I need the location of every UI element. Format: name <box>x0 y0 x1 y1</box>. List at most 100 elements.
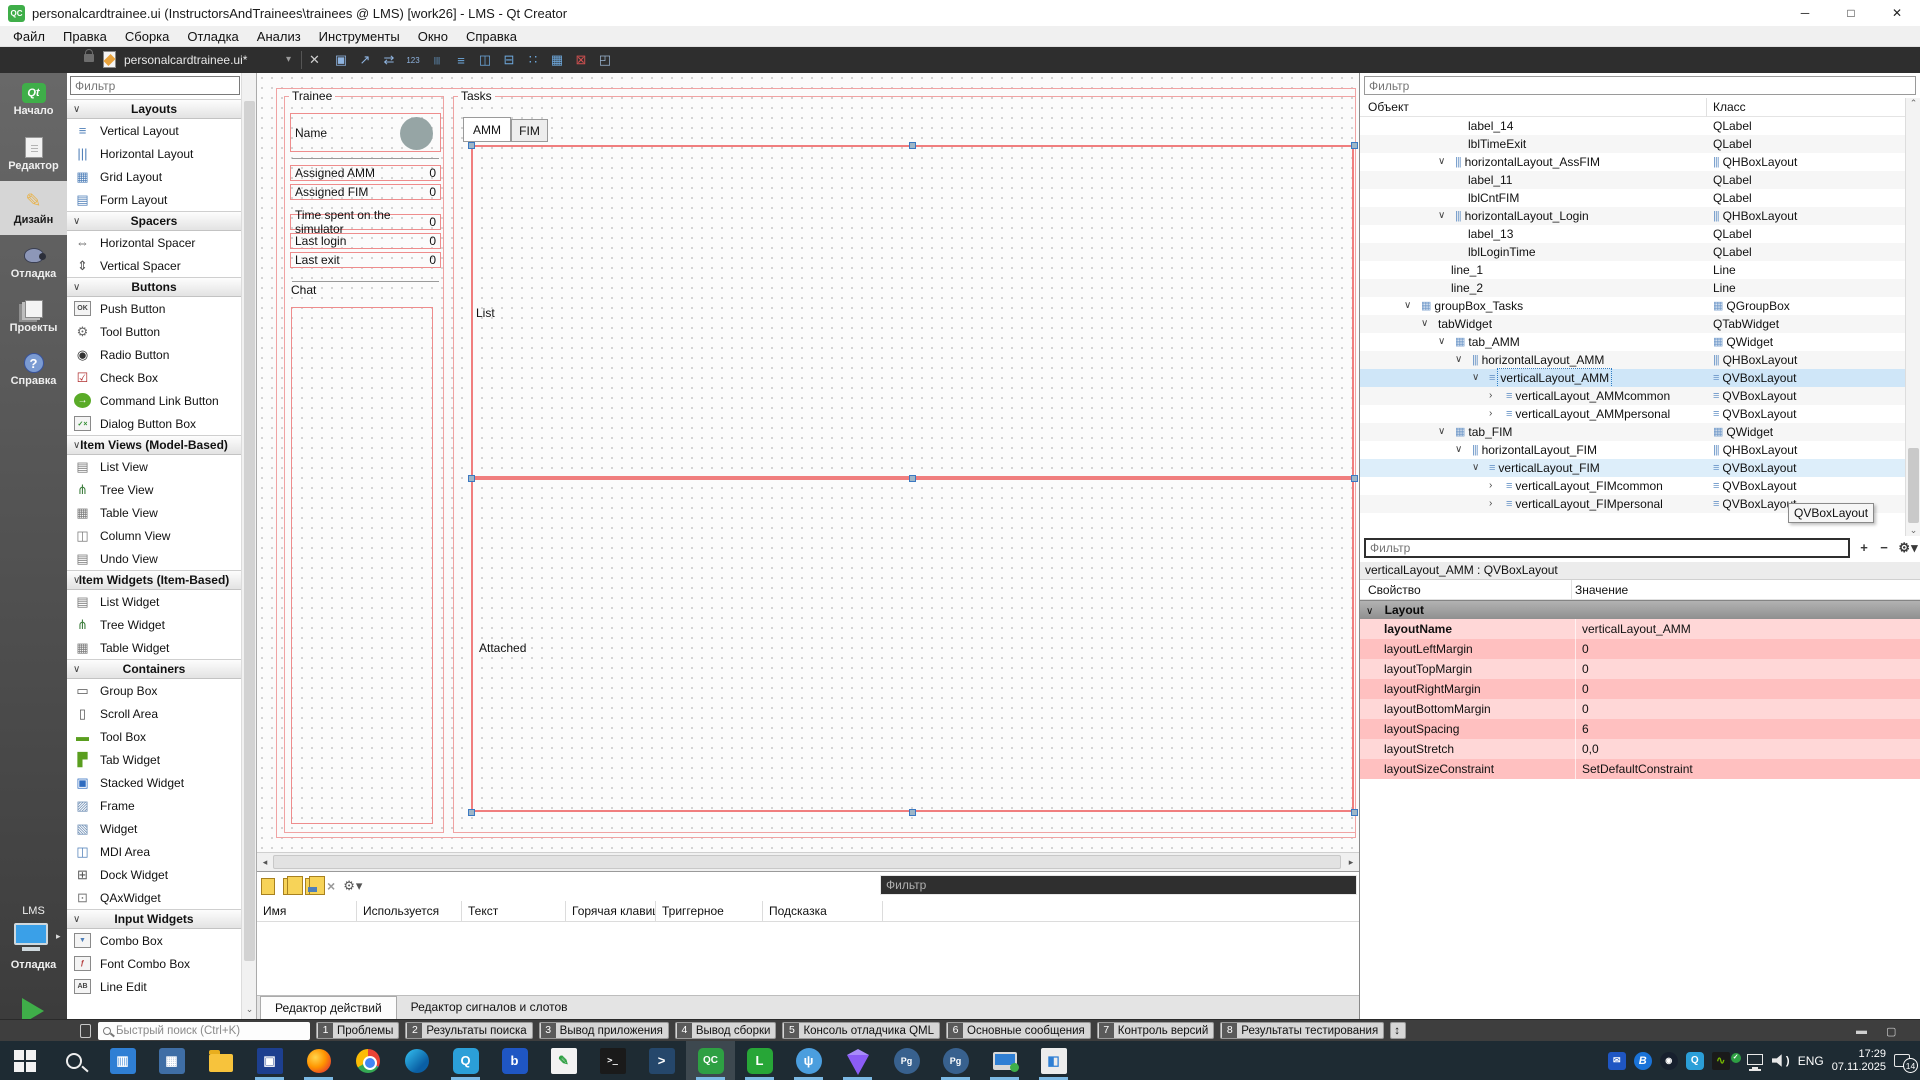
menu-item[interactable]: Сборка <box>116 26 179 47</box>
scroll-down-icon[interactable]: ⌄ <box>1906 525 1920 536</box>
widget-category-item-views-model-based-[interactable]: ∨Item Views (Model-Based) <box>67 435 241 455</box>
action-column-header[interactable]: Подсказка <box>763 901 883 921</box>
object-tree-row[interactable]: ∨≡verticalLayout_FIM≡QVBoxLayout <box>1360 459 1905 477</box>
close-document-icon[interactable]: ✕ <box>309 52 320 68</box>
property-value[interactable]: 0 <box>1575 699 1915 719</box>
scroll-left-icon[interactable]: ◂ <box>257 853 273 871</box>
widget-category-containers[interactable]: ∨Containers <box>67 659 241 679</box>
widget-item-table-widget[interactable]: ▦Table Widget <box>67 636 241 659</box>
canvas-horizontal-scrollbar[interactable]: ◂ ▸ <box>257 852 1359 871</box>
trainee-field-row[interactable]: Assigned AMM0 <box>290 165 441 181</box>
object-tree-row[interactable]: ∨≡verticalLayout_AMM≡QVBoxLayout <box>1360 369 1905 387</box>
scroll-up-icon[interactable]: ⌃ <box>1906 98 1920 109</box>
chevron-right-icon[interactable]: › <box>1489 387 1502 405</box>
scrollbar-thumb[interactable] <box>244 101 255 961</box>
object-tree-row[interactable]: ›≡verticalLayout_FIMcommon≡QVBoxLayout <box>1360 477 1905 495</box>
selection-handle[interactable] <box>1351 809 1358 816</box>
object-tree-row[interactable]: ∨tabWidgetQTabWidget <box>1360 315 1905 333</box>
app-window-icon[interactable]: ◧ <box>1029 1041 1078 1080</box>
property-row[interactable]: layoutNameverticalLayout_AMM <box>1360 619 1920 639</box>
property-value[interactable]: 0 <box>1575 679 1915 699</box>
object-tree-row[interactable]: ∨|||horizontalLayout_AssFIM|||QHBoxLayou… <box>1360 153 1905 171</box>
output-pane-button-4[interactable]: 4Вывод сборки <box>675 1022 777 1039</box>
widget-item-scroll-area[interactable]: ▯Scroll Area <box>67 702 241 725</box>
lms-app-icon[interactable]: L <box>735 1041 784 1080</box>
bluetooth-icon[interactable]: B <box>1634 1052 1652 1070</box>
widget-item-qaxwidget[interactable]: ⊡QAxWidget <box>67 886 241 909</box>
layout-horizontal-icon[interactable]: ||| <box>428 51 446 69</box>
close-button[interactable]: ✕ <box>1874 0 1920 26</box>
trainee-field-row[interactable]: Assigned FIM0 <box>290 184 441 200</box>
object-tree-row[interactable]: lblTimeExitQLabel <box>1360 135 1905 153</box>
mail-tray-icon[interactable]: ✉ <box>1608 1052 1626 1070</box>
property-value[interactable]: 6 <box>1575 719 1915 739</box>
chevron-down-icon[interactable]: ∨ <box>1438 153 1451 171</box>
configure-properties-button[interactable]: ⚙ ▾ <box>1896 539 1920 557</box>
selection-handle[interactable] <box>909 475 916 482</box>
widget-item-font-combo-box[interactable]: ƒFont Combo Box <box>67 952 241 975</box>
widget-item-tool-button[interactable]: ⚙Tool Button <box>67 320 241 343</box>
open-document-name[interactable]: personalcardtrainee.ui* <box>124 53 247 67</box>
network-icon[interactable] <box>1746 1052 1764 1070</box>
output-pane-button-2[interactable]: 2Результаты поиска <box>405 1022 532 1039</box>
amm-list-layout-box[interactable] <box>471 145 1354 478</box>
calculator-icon[interactable]: ▦ <box>147 1041 196 1080</box>
edit-tab-order-icon[interactable]: 123 <box>404 51 422 69</box>
mode-Начало[interactable]: QtНачало <box>0 73 67 127</box>
backup-app-icon[interactable]: ▣ <box>245 1041 294 1080</box>
property-row[interactable]: layoutRightMargin0 <box>1360 679 1920 699</box>
selection-handle[interactable] <box>468 809 475 816</box>
action-column-header[interactable]: Имя <box>257 901 357 921</box>
tab-action-editor[interactable]: Редактор действий <box>260 996 397 1019</box>
widget-box-scrollbar[interactable]: ⌄ <box>241 73 256 1019</box>
menu-item[interactable]: Правка <box>54 26 116 47</box>
action-column-header[interactable]: Горячая клавиш <box>566 901 656 921</box>
presentation-app-icon[interactable]: ▥ <box>98 1041 147 1080</box>
object-tree-row[interactable]: ∨|||horizontalLayout_Login|||QHBoxLayout <box>1360 207 1905 225</box>
widget-item-dock-widget[interactable]: ⊞Dock Widget <box>67 863 241 886</box>
object-tree-row[interactable]: label_11QLabel <box>1360 171 1905 189</box>
tasks-group-box[interactable]: Tasks AMM FIM List Attached <box>453 96 1356 833</box>
property-value[interactable]: 0 <box>1575 659 1915 679</box>
selection-handle[interactable] <box>468 475 475 482</box>
notes-app-icon[interactable]: ✎ <box>539 1041 588 1080</box>
widget-item-stacked-widget[interactable]: ▣Stacked Widget <box>67 771 241 794</box>
tab-amm[interactable]: AMM <box>463 117 511 142</box>
object-tree-row[interactable]: lblCntFIMQLabel <box>1360 189 1905 207</box>
copy-action-icon[interactable] <box>283 878 297 895</box>
layout-horizontal-splitter-icon[interactable]: ◫ <box>476 51 494 69</box>
chevron-down-icon[interactable]: ∨ <box>1472 459 1485 477</box>
widget-item-list-widget[interactable]: ▤List Widget <box>67 590 241 613</box>
start-icon[interactable] <box>0 1041 49 1080</box>
object-inspector-filter-input[interactable] <box>1364 76 1916 95</box>
property-value[interactable]: 0,0 <box>1575 739 1915 759</box>
sidebar-toggle-icon[interactable] <box>80 1024 91 1038</box>
widget-item-line-edit[interactable]: ABLine Edit <box>67 975 241 998</box>
layout-vertical-splitter-icon[interactable]: ⊟ <box>500 51 518 69</box>
class-column-header[interactable]: Класс <box>1713 100 1746 114</box>
output-pane-button-7[interactable]: 7Контроль версий <box>1097 1022 1215 1039</box>
minimize-button[interactable]: ─ <box>1782 0 1828 26</box>
object-tree-row[interactable]: lblLoginTimeQLabel <box>1360 243 1905 261</box>
chevron-down-icon[interactable]: ∨ <box>1472 369 1485 387</box>
widget-item-widget[interactable]: ▧Widget <box>67 817 241 840</box>
object-column-header[interactable]: Объект <box>1368 100 1409 114</box>
tab-signals-slots-editor[interactable]: Редактор сигналов и слотов <box>397 996 582 1019</box>
widget-item-mdi-area[interactable]: ◫MDI Area <box>67 840 241 863</box>
qt-creator-icon[interactable]: QC <box>686 1041 735 1080</box>
widget-item-undo-view[interactable]: ▤Undo View <box>67 547 241 570</box>
maximize-button[interactable]: □ <box>1828 0 1874 26</box>
widget-item-combo-box[interactable]: ▼Combo Box <box>67 929 241 952</box>
property-value[interactable]: SetDefaultConstraint <box>1575 759 1915 779</box>
mode-Справка[interactable]: ?Справка <box>0 343 67 397</box>
menu-item[interactable]: Инструменты <box>310 26 409 47</box>
terminal-icon[interactable]: >_ <box>588 1041 637 1080</box>
mode-Редактор[interactable]: ———Редактор <box>0 127 67 181</box>
widget-item-list-view[interactable]: ▤List View <box>67 455 241 478</box>
chrome-icon[interactable] <box>343 1041 392 1080</box>
delete-action-icon[interactable]: × <box>327 878 335 894</box>
output-pane-button-3[interactable]: 3Вывод приложения <box>539 1022 669 1039</box>
menu-item[interactable]: Справка <box>457 26 526 47</box>
widget-item-horizontal-spacer[interactable]: ⇔Horizontal Spacer <box>67 231 241 254</box>
scrollbar-thumb[interactable] <box>273 855 1341 869</box>
